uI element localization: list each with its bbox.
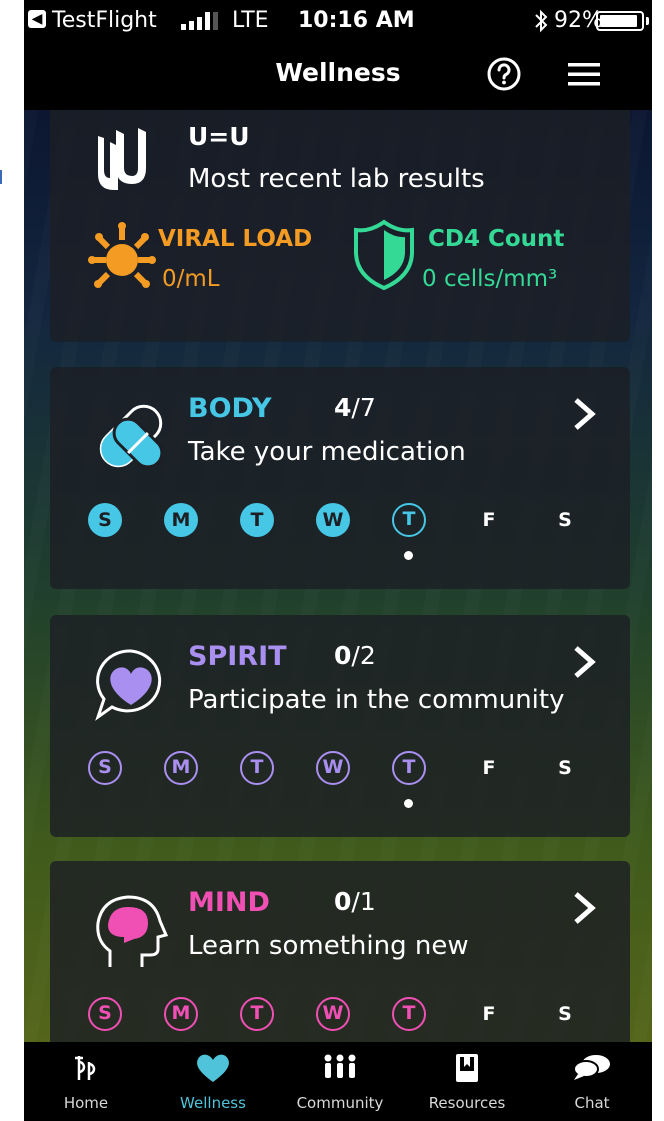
tab-bar: Home Wellness Community Resources Chat xyxy=(24,1042,652,1121)
spirit-subtitle: Participate in the community xyxy=(188,685,565,715)
spirit-day-3: W xyxy=(316,751,350,785)
lab-results-card[interactable]: U=U Most recent lab results VIRAL LOAD 0… xyxy=(50,110,630,342)
tab-wellness-label: Wellness xyxy=(180,1094,246,1112)
mind-day-3: W xyxy=(316,997,350,1031)
phone-screen: ◀ TestFlight LTE 10:16 AM 92% Wellness U… xyxy=(24,0,652,1121)
mind-week-tracker: SMTWTFS xyxy=(88,997,608,1037)
back-app-label[interactable]: TestFlight xyxy=(52,8,157,33)
spirit-day-1: M xyxy=(164,751,198,785)
hamburger-menu-icon[interactable] xyxy=(568,60,600,88)
today-indicator-dot xyxy=(404,551,413,560)
heart-speech-bubble-icon xyxy=(95,649,162,721)
mind-day-1: M xyxy=(164,997,198,1031)
spirit-day-4: T xyxy=(392,751,426,785)
mind-day-0: S xyxy=(88,997,122,1031)
pp-logo-icon xyxy=(75,1056,96,1080)
people-group-icon xyxy=(324,1054,356,1078)
mind-subtitle: Learn something new xyxy=(188,931,469,961)
body-subtitle: Take your medication xyxy=(188,437,466,467)
body-card[interactable]: BODY 4/7 Take your medication S M T W T F S xyxy=(50,367,630,589)
lab-card-subtitle: Most recent lab results xyxy=(188,164,485,194)
body-day-0: S xyxy=(88,503,122,537)
network-type: LTE xyxy=(232,8,269,33)
tab-community[interactable]: Community xyxy=(278,1042,402,1121)
body-title: BODY xyxy=(188,393,272,424)
spirit-week-tracker: SMTWTFS xyxy=(88,751,608,808)
brain-head-icon xyxy=(96,895,169,967)
battery-tip xyxy=(646,17,649,25)
body-day-6: S xyxy=(558,509,572,531)
battery-icon xyxy=(596,11,644,31)
mind-day-2: T xyxy=(240,997,274,1031)
bluetooth-icon xyxy=(535,9,548,33)
lab-card-title: U=U xyxy=(188,122,250,151)
chevron-right-icon[interactable] xyxy=(572,397,596,431)
back-to-app-button[interactable]: ◀ xyxy=(28,10,46,28)
navigation-bar: Wellness xyxy=(24,40,652,110)
signal-strength-icon xyxy=(181,12,218,30)
body-progress: 4/7 xyxy=(334,393,376,422)
body-day-2: T xyxy=(240,503,274,537)
spirit-card[interactable]: SPIRIT 0/2 Participate in the community … xyxy=(50,615,630,837)
body-day-5: F xyxy=(482,509,496,531)
book-icon xyxy=(456,1054,478,1082)
spirit-day-2: T xyxy=(240,751,274,785)
mind-day-6: S xyxy=(558,1003,572,1025)
app-screen: ◀ TestFlight LTE 10:16 AM 92% Wellness U… xyxy=(0,0,664,1121)
today-indicator-dot xyxy=(404,799,413,808)
virus-icon xyxy=(88,222,156,288)
cd4-count-value: 0 cells/mm³ xyxy=(422,266,558,292)
viral-load-value: 0/mL xyxy=(162,266,220,292)
chevron-right-icon[interactable] xyxy=(572,891,596,925)
spirit-title: SPIRIT xyxy=(188,641,287,672)
shield-icon xyxy=(354,219,414,291)
viral-load-label: VIRAL LOAD xyxy=(158,226,313,252)
tab-resources-label: Resources xyxy=(428,1094,506,1112)
pill-icon xyxy=(99,404,164,469)
tab-chat-label: Chat xyxy=(574,1094,610,1112)
chevron-right-icon[interactable] xyxy=(572,645,596,679)
mind-day-5: F xyxy=(482,1003,496,1025)
mind-day-4: T xyxy=(392,997,426,1031)
clock: 10:16 AM xyxy=(298,8,415,33)
spirit-progress: 0/2 xyxy=(334,641,376,670)
cd4-count-label: CD4 Count xyxy=(428,226,565,252)
question-circle-icon[interactable] xyxy=(486,56,522,92)
tab-resources[interactable]: Resources xyxy=(402,1042,532,1121)
heart-icon xyxy=(197,1054,229,1082)
spirit-day-5: F xyxy=(482,757,496,779)
chat-bubbles-icon xyxy=(573,1055,610,1080)
body-week-tracker: SMTWTFS xyxy=(88,503,608,560)
mind-card[interactable]: MIND 0/1 Learn something new S M T W T F S xyxy=(50,861,630,1042)
body-day-4: T xyxy=(392,503,426,537)
body-day-3: W xyxy=(316,503,350,537)
tab-chat[interactable]: Chat xyxy=(532,1042,652,1121)
tab-community-label: Community xyxy=(296,1094,384,1112)
tab-home-label: Home xyxy=(63,1094,109,1112)
wellness-content[interactable]: U=U Most recent lab results VIRAL LOAD 0… xyxy=(24,110,652,1042)
page-title: Wellness xyxy=(275,58,401,87)
tab-home[interactable]: Home xyxy=(24,1042,148,1121)
scroll-indicator xyxy=(0,170,2,184)
spirit-day-6: S xyxy=(558,757,572,779)
body-day-1: M xyxy=(164,503,198,537)
mind-progress: 0/1 xyxy=(334,887,376,916)
spirit-day-0: S xyxy=(88,751,122,785)
mind-title: MIND xyxy=(188,887,270,918)
uu-logo-icon xyxy=(98,128,146,190)
tab-wellness[interactable]: Wellness xyxy=(148,1042,278,1121)
status-bar: ◀ TestFlight LTE 10:16 AM 92% xyxy=(24,0,652,40)
